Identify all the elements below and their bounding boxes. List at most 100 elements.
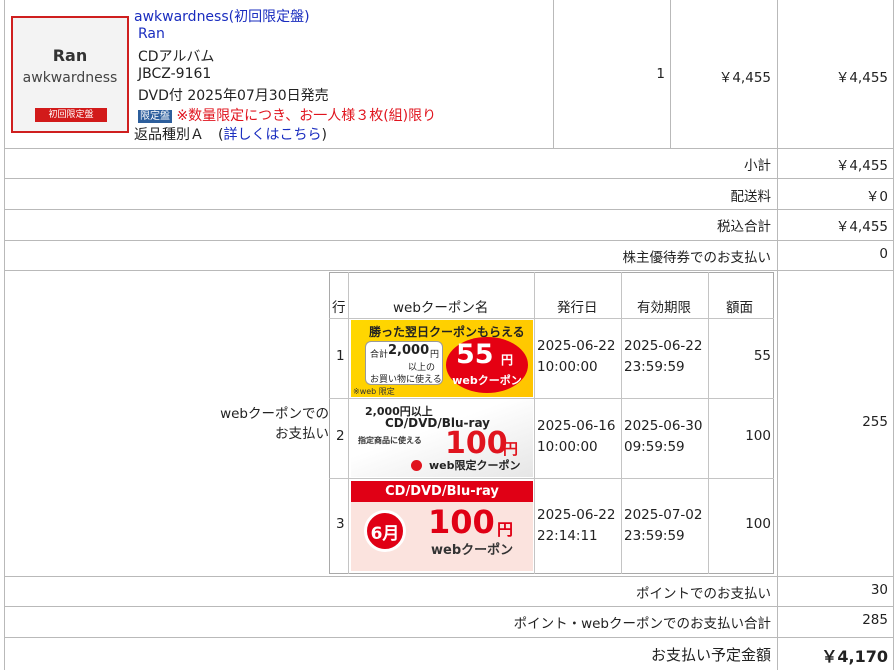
thumbnail-tag: 初回限定盤 — [35, 108, 107, 122]
col-divider-qty — [670, 0, 671, 148]
table-border-right — [893, 0, 894, 670]
unit-price: ￥4,455 — [718, 70, 771, 86]
coupon-issued-time: 10:00:00 — [537, 439, 598, 455]
product-name-link[interactable]: awkwardness(初回限定盤) — [134, 6, 310, 26]
banner-label: webクーポン — [431, 543, 514, 558]
coupon-issued: 2025-06-22 10:00:00 — [537, 336, 615, 378]
banner-value: 100 — [445, 426, 508, 461]
banner-header: CD/DVD/Blu-ray — [351, 481, 533, 502]
point-value: 30 — [870, 582, 888, 598]
banner-box-amount: 2,000 — [388, 343, 430, 358]
coupon-pay-label-line2: お支払い — [275, 426, 329, 442]
coupon-header-amount: 額面 — [726, 300, 753, 316]
banner-value: 100 — [428, 503, 495, 541]
coupon-expires-time: 09:59:59 — [624, 439, 685, 455]
product-catalog-no: JBCZ-9161 — [138, 66, 212, 82]
limit-note: ※数量限定につき、お一人様３枚(組)限り — [176, 108, 437, 124]
banner-headline: 勝った翌日クーポンもらえる — [369, 325, 525, 339]
thumbnail-artist: awkwardness — [22, 70, 118, 86]
banner-month: 6月 — [364, 510, 406, 552]
banner-value: 55 — [456, 339, 494, 370]
table-border-left — [4, 0, 5, 670]
coupon-expires: 2025-06-22 23:59:59 — [624, 336, 702, 378]
return-close: ) — [321, 127, 327, 143]
shipping-value: ￥0 — [865, 189, 888, 205]
coupon-header-issued: 発行日 — [557, 300, 598, 316]
banner-box-text: 合計 — [370, 350, 389, 360]
coupon-pay-label: webクーポンでの お支払い — [150, 404, 329, 444]
coupon-issued: 2025-06-22 22:14:11 — [537, 505, 615, 547]
banner-box-yen: 円 — [430, 350, 440, 360]
quantity: 1 — [656, 66, 665, 82]
coupon-issued-date: 2025-06-22 — [537, 507, 616, 523]
product-title-link[interactable]: Ran — [138, 26, 165, 42]
coupon-expires-date: 2025-06-30 — [624, 418, 703, 434]
tax-total-label: 税込合計 — [717, 219, 771, 235]
coupon-issued-time: 22:14:11 — [537, 528, 598, 544]
coupon-header-expires: 有効期限 — [637, 300, 691, 316]
row-divider — [4, 209, 894, 210]
col-divider-product — [553, 0, 554, 148]
coupon-expires-date: 2025-07-02 — [624, 507, 703, 523]
coupon-issued-time: 10:00:00 — [537, 359, 598, 375]
tax-total-value: ￥4,455 — [835, 219, 888, 235]
banner-yen: 円 — [501, 353, 514, 367]
due-label: お支払い予定金額 — [650, 646, 771, 664]
brand-dot-icon — [411, 460, 422, 471]
product-limit-line: 限定盤 ※数量限定につき、お一人様３枚(組)限り — [138, 105, 436, 125]
banner-box-text: お買い物に使える — [370, 375, 442, 385]
banner-yen: 円 — [503, 440, 519, 458]
coupon-pay-label-line1: webクーポンでの — [220, 406, 329, 422]
banner-line: 指定商品に使える — [358, 436, 422, 445]
banner-yen: 円 — [497, 520, 514, 539]
thumbnail-title: Ran — [52, 46, 88, 65]
coupon-amount: 100 — [745, 428, 771, 444]
banner-label: webクーポン — [452, 374, 522, 387]
subtotal-value: ￥4,455 — [835, 158, 888, 174]
point-label: ポイントでのお支払い — [636, 586, 771, 602]
due-value: ￥4,170 — [821, 647, 888, 666]
coupon-expires: 2025-06-30 09:59:59 — [624, 416, 702, 458]
row-divider — [4, 240, 894, 241]
product-thumbnail[interactable]: Ran awkwardness 初回限定盤 — [11, 16, 129, 133]
row-divider — [4, 148, 894, 149]
coupon-issued-date: 2025-06-16 — [537, 418, 616, 434]
limited-badge: 限定盤 — [138, 110, 172, 123]
product-release: DVD付 2025年07月30日発売 — [138, 88, 329, 104]
product-format: CDアルバム — [138, 49, 215, 65]
banner-condition-box: 合計 2,000 円 以上の お買い物に使える — [365, 341, 443, 385]
col-divider-price — [777, 0, 778, 670]
return-details-link[interactable]: 詳しくはこちら — [223, 127, 321, 143]
coupon-issued-date: 2025-06-22 — [537, 338, 616, 354]
coupon-expires-date: 2025-06-22 — [624, 338, 703, 354]
return-type-line: 返品種別Ａ (詳しくはこちら) — [134, 124, 327, 144]
coupon-banner-1[interactable]: 勝った翌日クーポンもらえる 合計 2,000 円 以上の お買い物に使える 55… — [351, 320, 533, 397]
coupon-banner-3[interactable]: CD/DVD/Blu-ray 6月 100 円 webクーポン — [351, 481, 533, 571]
coupon-expires-time: 23:59:59 — [624, 528, 685, 544]
row-divider — [4, 270, 894, 271]
line-total: ￥4,455 — [835, 70, 888, 86]
coupon-amount: 100 — [745, 516, 771, 532]
shipping-label: 配送料 — [730, 189, 772, 205]
return-type: 返品種別Ａ ( — [134, 127, 224, 143]
row-divider — [4, 576, 894, 577]
row-divider — [4, 637, 894, 638]
coupon-row-number: 1 — [336, 348, 345, 364]
coupon-pay-total: 255 — [862, 414, 888, 430]
coupon-row-number: 2 — [336, 428, 345, 444]
coupon-row-number: 3 — [336, 516, 345, 532]
coupon-expires: 2025-07-02 23:59:59 — [624, 505, 702, 547]
banner-footnote: ※web 限定 — [353, 387, 395, 396]
coupon-expires-time: 23:59:59 — [624, 359, 685, 375]
coupon-header-row: 行 — [332, 300, 346, 316]
point-coupon-value: 285 — [862, 612, 888, 628]
shareholder-label: 株主優待券でのお支払い — [622, 250, 772, 266]
row-divider — [4, 606, 894, 607]
coupon-issued: 2025-06-16 10:00:00 — [537, 416, 615, 458]
banner-value-circle: 55 円 webクーポン — [446, 337, 528, 393]
coupon-banner-2[interactable]: 2,000円以上 CD/DVD/Blu-ray 指定商品に使える 100 円 w… — [351, 400, 533, 477]
row-divider — [4, 178, 894, 179]
coupon-row-divider — [329, 478, 774, 479]
coupon-row-divider — [329, 398, 774, 399]
subtotal-label: 小計 — [744, 158, 771, 174]
